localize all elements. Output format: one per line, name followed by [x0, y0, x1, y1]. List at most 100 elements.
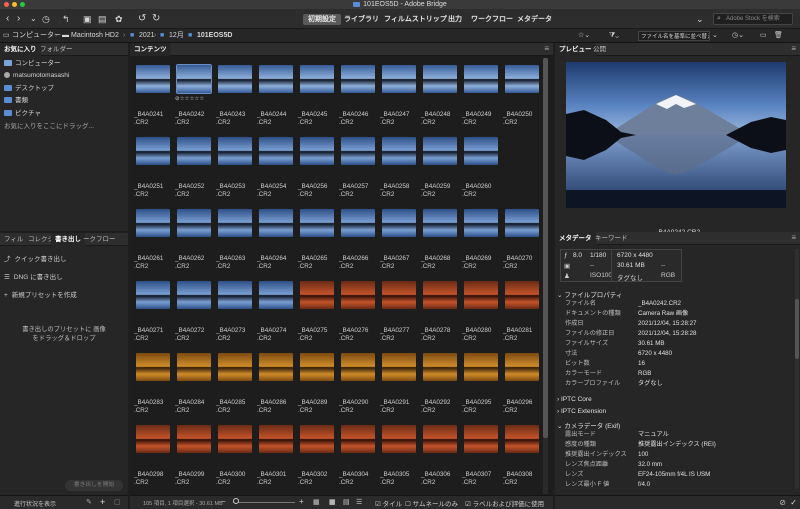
thumbnail-item[interactable]: _B4A0262 .CR2: [175, 207, 213, 279]
workspace-filmstrip[interactable]: フィルムストリップ: [379, 14, 452, 25]
thumbnail-image[interactable]: [505, 425, 539, 453]
zoom-in-icon[interactable]: +: [299, 497, 304, 506]
thumbnail-item[interactable]: _B4A0290 .CR2: [339, 351, 377, 423]
thumbnail-image[interactable]: [259, 65, 293, 93]
thumbnail-item[interactable]: _B4A0289 .CR2: [298, 351, 336, 423]
thumbnail-item[interactable]: _B4A0267 .CR2: [380, 207, 418, 279]
thumbnail-item[interactable]: _B4A0301 .CR2: [257, 423, 295, 495]
thumbnail-image[interactable]: [136, 209, 170, 237]
thumbnail-item[interactable]: _B4A0285 .CR2: [216, 351, 254, 423]
panel-menu-icon[interactable]: ≡: [544, 44, 549, 53]
trash-icon[interactable]: ▢: [114, 498, 121, 506]
scrollbar-thumb[interactable]: [543, 58, 548, 438]
recent-files-icon[interactable]: ◷⌄: [732, 31, 744, 41]
thumbnail-image[interactable]: [423, 353, 457, 381]
thumbnail-image[interactable]: [341, 281, 375, 309]
recent-icon[interactable]: ◷: [42, 13, 50, 25]
thumbnail-image[interactable]: [464, 425, 498, 453]
thumbnail-image[interactable]: [382, 425, 416, 453]
workspace-library[interactable]: ライブラリ: [339, 14, 384, 25]
tab-favorites[interactable]: お気に入り: [0, 43, 41, 56]
iptc-core-header[interactable]: › IPTC Core: [557, 396, 592, 403]
thumbnail-item[interactable]: _B4A0261 .CR2: [134, 207, 172, 279]
thumbnail-image[interactable]: [300, 425, 334, 453]
breadcrumb-year[interactable]: 2021: [139, 31, 155, 41]
thumbnail-image[interactable]: [136, 281, 170, 309]
thumbnail-image[interactable]: [341, 209, 375, 237]
workspace-output[interactable]: 出力: [443, 14, 467, 25]
workspace-essentials[interactable]: 初期設定: [303, 14, 341, 25]
thumbnail-item[interactable]: _B4A0295 .CR2: [462, 351, 500, 423]
thumbnail-item[interactable]: _B4A0269 .CR2: [462, 207, 500, 279]
thumbnail-image[interactable]: [218, 65, 252, 93]
tab-keywords[interactable]: キーワード: [591, 232, 632, 245]
thumbnail-item[interactable]: _B4A0308 .CR2: [503, 423, 541, 495]
thumbnail-image[interactable]: [300, 137, 334, 165]
thumbnail-image[interactable]: [382, 65, 416, 93]
thumbnail-item[interactable]: _B4A0258 .CR2: [380, 135, 418, 207]
thumbnail-image[interactable]: [300, 281, 334, 309]
camera-data-header[interactable]: ⌄ カメラデータ (Exif): [557, 420, 620, 430]
thumbnail-item[interactable]: _B4A0291 .CR2: [380, 351, 418, 423]
thumbnail-item[interactable]: _B4A0252 .CR2: [175, 135, 213, 207]
label-rating-checkbox[interactable]: ☑ ラベルおよび評価に使用: [465, 498, 544, 508]
thumbnail-image[interactable]: [177, 137, 211, 165]
thumbnail-image[interactable]: [218, 353, 252, 381]
thumbnail-item[interactable]: _B4A0266 .CR2: [339, 207, 377, 279]
thumbnail-item[interactable]: _B4A0268 .CR2: [421, 207, 459, 279]
breadcrumb-current[interactable]: 101EOS5D: [197, 31, 232, 41]
quick-export-item[interactable]: ⤴ クイック書き出し: [4, 253, 67, 263]
thumbnail-image[interactable]: [423, 65, 457, 93]
thumbnail-item[interactable]: _B4A0270 .CR2: [503, 207, 541, 279]
thumbnail-image[interactable]: [464, 137, 498, 165]
iptc-extension-header[interactable]: › IPTC Extension: [557, 408, 606, 415]
thumbnail-image[interactable]: [505, 65, 539, 93]
thumbnail-item[interactable]: _B4A0275 .CR2: [298, 279, 336, 351]
thumbnail-image[interactable]: [259, 353, 293, 381]
thumbnail-item[interactable]: _B4A0292 .CR2: [421, 351, 459, 423]
tile-checkbox[interactable]: ☑ タイル: [375, 498, 402, 508]
chevron-down-icon[interactable]: ⌄: [712, 31, 718, 41]
sort-dropdown[interactable]: ファイル名を基準に並べ替え: [638, 31, 710, 41]
thumbnail-item[interactable]: _B4A0256 .CR2: [298, 135, 336, 207]
thumbnail-image[interactable]: [136, 137, 170, 165]
thumbnail-image[interactable]: [136, 425, 170, 453]
thumbnail-item[interactable]: _B4A0281 .CR2: [503, 279, 541, 351]
star-filter-icon[interactable]: ☆⌄: [578, 31, 590, 41]
thumbnail-image[interactable]: [218, 209, 252, 237]
thumbnail-only-checkbox[interactable]: ☐ サムネールのみ: [405, 498, 458, 508]
thumbnail-image[interactable]: [300, 353, 334, 381]
thumbnail-image[interactable]: [341, 353, 375, 381]
thumbnail-item[interactable]: _B4A0302 .CR2: [298, 423, 336, 495]
edit-icon[interactable]: ✎: [86, 498, 92, 506]
show-progress-link[interactable]: 進行状況を表示: [14, 499, 56, 508]
settings-icon[interactable]: ✿: [115, 13, 123, 25]
thumbnail-image[interactable]: [382, 353, 416, 381]
start-export-button[interactable]: 書き出しを開始: [65, 480, 123, 491]
thumbnail-item[interactable]: _B4A0306 .CR2: [421, 423, 459, 495]
thumbnail-image[interactable]: [341, 137, 375, 165]
cancel-icon[interactable]: ⊘: [779, 498, 786, 507]
thumbnail-image[interactable]: [259, 425, 293, 453]
new-folder-icon[interactable]: ▭: [760, 31, 767, 41]
thumbnail-item[interactable]: _B4A0271 .CR2: [134, 279, 172, 351]
content-scrollbar[interactable]: [543, 58, 548, 494]
thumbnail-view-icon[interactable]: ▦: [329, 498, 336, 506]
thumbnail-item[interactable]: _B4A0265 .CR2: [298, 207, 336, 279]
thumbnail-item[interactable]: _B4A0296 .CR2: [503, 351, 541, 423]
thumbnail-item[interactable]: _B4A0253 .CR2: [216, 135, 254, 207]
tab-content[interactable]: コンテンツ: [130, 43, 171, 56]
slider-knob[interactable]: [233, 498, 239, 504]
workspace-workflow[interactable]: ワークフロー: [466, 14, 518, 25]
thumbnail-image[interactable]: [218, 281, 252, 309]
thumbnail-image[interactable]: [300, 209, 334, 237]
thumbnail-image[interactable]: [423, 281, 457, 309]
thumbnail-item[interactable]: _B4A0257 .CR2: [339, 135, 377, 207]
thumbnail-image[interactable]: [177, 209, 211, 237]
adobe-stock-search[interactable]: ⌕ Adobe Stock を検索: [713, 13, 793, 25]
tab-metadata[interactable]: メタデータ: [555, 232, 596, 245]
thumbnail-item[interactable]: _B4A0299 .CR2: [175, 423, 213, 495]
tab-publish[interactable]: 公開: [589, 43, 610, 56]
panel-menu-icon[interactable]: ≡: [791, 233, 796, 242]
favorite-user[interactable]: matsumotomasashi: [4, 71, 69, 81]
